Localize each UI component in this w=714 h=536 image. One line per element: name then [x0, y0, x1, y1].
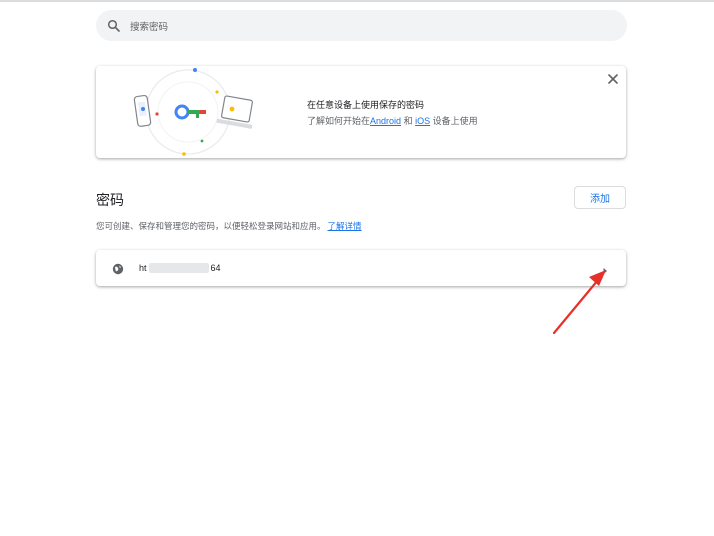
- site-url-suffix: 64: [210, 263, 221, 273]
- promo-card: 在任意设备上使用保存的密码 了解如何开始在Android 和 iOS 设备上使用: [96, 66, 626, 158]
- annotation-arrow: [552, 270, 606, 335]
- promo-subtitle-prefix: 了解如何开始在: [307, 116, 371, 126]
- passwords-description: 您可创建、保存和管理您的密码，以便轻松登录网站和应用。 了解详情: [96, 220, 362, 232]
- top-divider: [0, 0, 714, 2]
- passwords-heading: 密码: [96, 192, 124, 208]
- globe-icon: [112, 262, 124, 275]
- add-password-button[interactable]: 添加: [574, 186, 626, 209]
- search-bar[interactable]: 搜索密码: [96, 10, 627, 41]
- close-icon[interactable]: [606, 72, 620, 86]
- promo-subtitle: 了解如何开始在Android 和 iOS 设备上使用: [307, 114, 478, 127]
- password-sync-illustration: [126, 66, 266, 158]
- promo-and-text: 和: [403, 116, 413, 126]
- search-icon: [107, 19, 121, 33]
- learn-more-link[interactable]: 了解详情: [328, 221, 362, 231]
- search-input[interactable]: 搜索密码: [130, 19, 168, 33]
- promo-title: 在任意设备上使用保存的密码: [307, 100, 425, 110]
- promo-subtitle-suffix: 设备上使用: [432, 116, 478, 126]
- site-url: ht 64: [139, 263, 221, 273]
- site-url-prefix: ht: [139, 263, 147, 273]
- ios-link[interactable]: iOS: [415, 116, 430, 126]
- redacted-url: [148, 263, 209, 273]
- description-text: 您可创建、保存和管理您的密码，以便轻松登录网站和应用。: [96, 221, 326, 231]
- android-link[interactable]: Android: [370, 116, 401, 126]
